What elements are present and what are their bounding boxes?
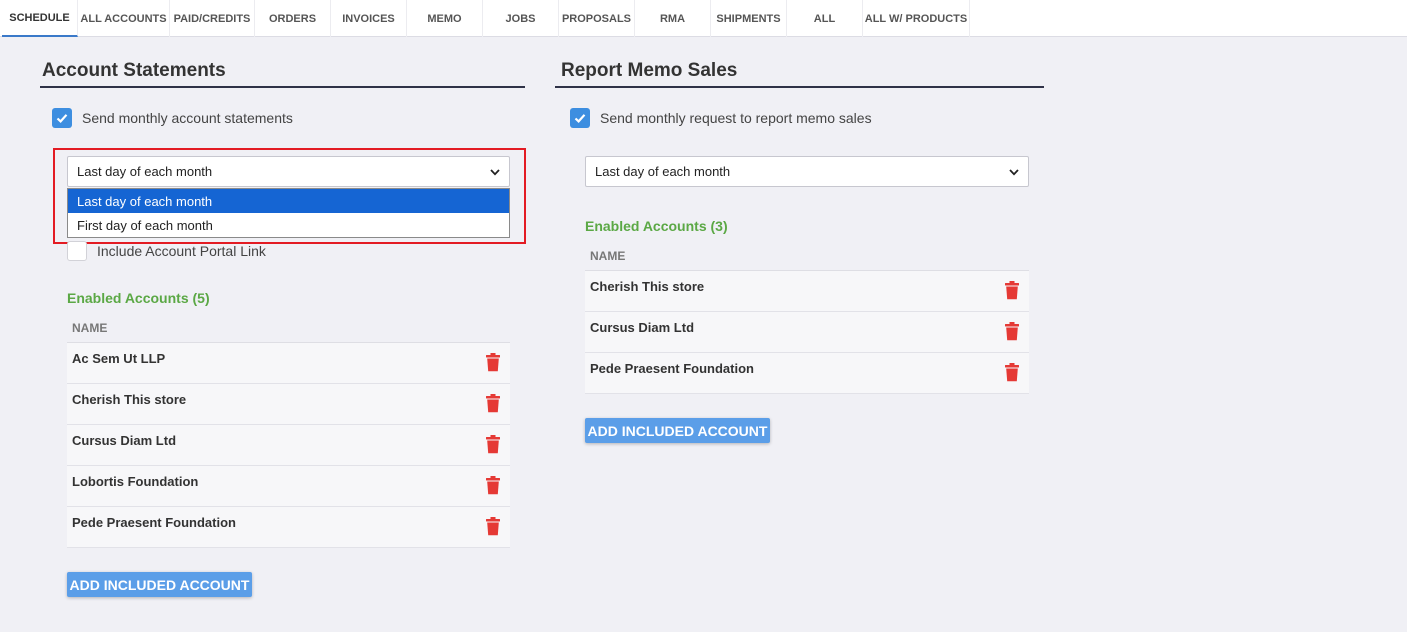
table-row: Pede Praesent Foundation	[585, 353, 1029, 394]
table-row: Ac Sem Ut LLP	[67, 343, 510, 384]
tab-proposals[interactable]: PROPOSALS	[559, 0, 635, 37]
memo-schedule-value: Last day of each month	[595, 164, 731, 179]
table-row: Cherish This store	[585, 271, 1029, 312]
account-name: Cursus Diam Ltd	[72, 433, 177, 448]
tab-jobs[interactable]: JOBS	[483, 0, 559, 37]
portal-link-row: Include Account Portal Link	[67, 241, 266, 261]
statements-send-checkbox[interactable]	[52, 108, 72, 128]
portal-link-label: Include Account Portal Link	[97, 243, 266, 259]
tab-schedule[interactable]: SCHEDULE	[2, 0, 78, 37]
statements-title: Account Statements	[42, 60, 226, 81]
statements-schedule-dropdown: Last day of each month First day of each…	[67, 188, 510, 238]
memo-title-rule	[555, 86, 1044, 88]
table-row: Pede Praesent Foundation	[67, 507, 510, 548]
table-header-name: NAME	[67, 313, 510, 343]
tab-bar: SCHEDULE ALL ACCOUNTS PAID/CREDITS ORDER…	[0, 0, 1407, 37]
table-row: Lobortis Foundation	[67, 466, 510, 507]
tab-memo[interactable]: MEMO	[407, 0, 483, 37]
statements-send-label: Send monthly account statements	[82, 110, 293, 126]
dropdown-option-first-day[interactable]: First day of each month	[68, 213, 509, 237]
tab-shipments[interactable]: SHIPMENTS	[711, 0, 787, 37]
statements-accounts-table: NAME Ac Sem Ut LLP Cherish This store Cu…	[67, 313, 510, 548]
statements-schedule-select[interactable]: Last day of each month	[67, 156, 510, 187]
statements-enabled-title: Enabled Accounts (5)	[67, 290, 210, 306]
trash-icon[interactable]	[485, 353, 501, 372]
tab-all-accounts[interactable]: ALL ACCOUNTS	[78, 0, 170, 37]
tab-all[interactable]: ALL	[787, 0, 863, 37]
memo-send-label: Send monthly request to report memo sale…	[600, 110, 872, 126]
dropdown-option-last-day[interactable]: Last day of each month	[68, 189, 509, 213]
statements-title-rule	[40, 86, 525, 88]
statements-schedule-value: Last day of each month	[77, 164, 213, 179]
table-row: Cherish This store	[67, 384, 510, 425]
statements-add-account-button[interactable]: ADD INCLUDED ACCOUNT	[67, 572, 252, 597]
tab-paid-credits[interactable]: PAID/CREDITS	[170, 0, 255, 37]
account-name: Ac Sem Ut LLP	[72, 351, 166, 366]
trash-icon[interactable]	[1004, 363, 1020, 382]
trash-icon[interactable]	[485, 435, 501, 454]
memo-add-account-button[interactable]: ADD INCLUDED ACCOUNT	[585, 418, 770, 443]
table-row: Cursus Diam Ltd	[67, 425, 510, 466]
trash-icon[interactable]	[485, 476, 501, 495]
trash-icon[interactable]	[1004, 281, 1020, 300]
memo-send-checkbox[interactable]	[570, 108, 590, 128]
account-name: Pede Praesent Foundation	[72, 515, 236, 530]
account-name: Cherish This store	[72, 392, 187, 407]
memo-enabled-title: Enabled Accounts (3)	[585, 218, 728, 234]
portal-link-checkbox[interactable]	[67, 241, 87, 261]
table-header-name: NAME	[585, 241, 1029, 271]
checkmark-icon	[574, 114, 586, 123]
account-name: Lobortis Foundation	[72, 474, 199, 489]
memo-schedule-select[interactable]: Last day of each month	[585, 156, 1029, 187]
tab-rma[interactable]: RMA	[635, 0, 711, 37]
tab-orders[interactable]: ORDERS	[255, 0, 331, 37]
memo-title: Report Memo Sales	[561, 60, 738, 81]
chevron-down-icon	[1009, 169, 1019, 176]
trash-icon[interactable]	[1004, 322, 1020, 341]
account-name: Pede Praesent Foundation	[590, 361, 754, 376]
trash-icon[interactable]	[485, 517, 501, 536]
chevron-down-icon	[490, 169, 500, 176]
memo-accounts-table: NAME Cherish This store Cursus Diam Ltd …	[585, 241, 1029, 394]
checkmark-icon	[56, 114, 68, 123]
account-name: Cursus Diam Ltd	[590, 320, 695, 335]
memo-send-row: Send monthly request to report memo sale…	[570, 108, 872, 128]
tab-invoices[interactable]: INVOICES	[331, 0, 407, 37]
trash-icon[interactable]	[485, 394, 501, 413]
table-row: Cursus Diam Ltd	[585, 312, 1029, 353]
account-name: Cherish This store	[590, 279, 705, 294]
statements-send-row: Send monthly account statements	[52, 108, 293, 128]
tab-all-with-products[interactable]: ALL W/ PRODUCTS	[863, 0, 970, 37]
